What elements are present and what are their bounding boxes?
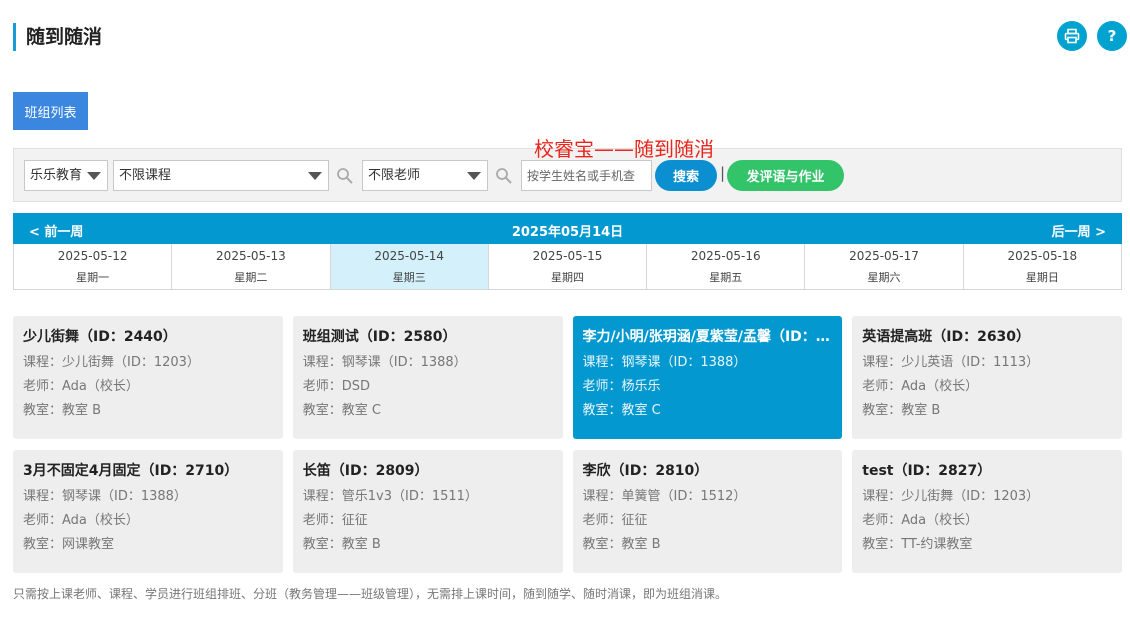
day-weekday: 星期六: [867, 271, 901, 284]
class-card-title: 3月不固定4月固定（ID：2710）: [23, 463, 239, 479]
class-card[interactable]: 长笛（ID：2809） 课程：管乐1v3（ID：1511） 老师：征征 教室：教…: [292, 450, 563, 573]
class-card-room: 教室：教室 B: [582, 537, 661, 552]
class-card-teacher: 老师：征征: [302, 513, 368, 528]
day-weekday: 星期四: [550, 271, 584, 284]
class-card-teacher: 老师：Ada（校长）: [23, 513, 139, 528]
class-card-room: 教室：教室 C: [582, 403, 661, 418]
class-card-room: 教室：网课教室: [23, 537, 115, 552]
next-week-link[interactable]: 后一周 >: [1052, 221, 1106, 240]
class-card-teacher: 老师：Ada（校长）: [23, 379, 139, 394]
class-card-course: 课程：钢琴课（ID：1388）: [302, 355, 467, 370]
class-card-room: 教室：教室 B: [302, 537, 381, 552]
class-card[interactable]: 3月不固定4月固定（ID：2710） 课程：钢琴课（ID：1388） 老师：Ad…: [13, 450, 283, 573]
help-button[interactable]: ?: [1097, 21, 1127, 51]
day-weekday: 星期三: [392, 271, 426, 284]
class-card-title: 李力/小明/张玥涵/夏紫莹/孟馨（ID：…: [582, 329, 830, 345]
class-card-title: 英语提高班（ID：2630）: [862, 329, 1031, 345]
class-card-room: 教室：教室 C: [302, 403, 381, 418]
day-cell[interactable]: 2025-05-15 星期四: [489, 244, 648, 289]
class-card-course: 课程：少儿街舞（ID：1203）: [862, 489, 1040, 504]
course-select-value: 不限课程: [119, 168, 172, 183]
class-card-title: 长笛（ID：2809）: [302, 463, 429, 479]
day-date: 2025-05-16: [690, 249, 761, 263]
day-weekday: 星期日: [1025, 271, 1059, 284]
class-card-room: 教室：教室 B: [862, 403, 941, 418]
class-card-teacher: 老师：Ada（校长）: [862, 379, 979, 394]
org-select-value: 乐乐教育: [30, 168, 83, 183]
class-card-course: 课程：少儿街舞（ID：1203）: [23, 355, 200, 370]
class-card-selected[interactable]: 李力/小明/张玥涵/夏紫莹/孟馨（ID：… 课程：钢琴课（ID：1388） 老师…: [572, 316, 843, 439]
class-card-course: 课程：单簧管（ID：1512）: [582, 489, 747, 504]
chevron-down-icon: [467, 172, 481, 180]
search-button[interactable]: 搜索: [655, 160, 717, 191]
class-card-course: 课程：少儿英语（ID：1113）: [862, 355, 1040, 370]
day-cell[interactable]: 2025-05-16 星期五: [647, 244, 806, 289]
class-card-title: 班组测试（ID：2580）: [302, 329, 457, 345]
day-cell[interactable]: 2025-05-17 星期六: [805, 244, 964, 289]
day-weekday: 星期一: [76, 271, 110, 284]
class-card[interactable]: 英语提高班（ID：2630） 课程：少儿英语（ID：1113） 老师：Ada（校…: [852, 316, 1122, 439]
day-date: 2025-05-12: [57, 249, 128, 263]
class-card[interactable]: 班组测试（ID：2580） 课程：钢琴课（ID：1388） 老师：DSD 教室：…: [292, 316, 563, 439]
class-card-room: 教室：TT-约课教室: [862, 537, 973, 552]
student-search-input[interactable]: [521, 160, 652, 191]
print-button[interactable]: [1057, 21, 1087, 51]
teacher-select-value: 不限老师: [368, 168, 421, 183]
annotation-text: 校睿宝——随到随消: [534, 137, 714, 161]
divider: |: [720, 164, 726, 182]
day-cell[interactable]: 2025-05-18 星期日: [964, 244, 1121, 289]
day-date: 2025-05-14: [374, 249, 445, 263]
class-card-title: 少儿街舞（ID：2440）: [23, 329, 177, 345]
class-card-course: 课程：钢琴课（ID：1388）: [582, 355, 747, 370]
teacher-select[interactable]: 不限老师: [362, 160, 488, 191]
week-navigator: < 前一周 2025年05月14日 后一周 >: [13, 213, 1122, 244]
class-card[interactable]: test（ID：2827） 课程：少儿街舞（ID：1203） 老师：Ada（校长…: [852, 450, 1122, 573]
class-card[interactable]: 李欣（ID：2810） 课程：单簧管（ID：1512） 老师：征征 教室：教室 …: [572, 450, 843, 573]
day-weekday: 星期二: [234, 271, 268, 284]
class-card-room: 教室：教室 B: [23, 403, 102, 418]
org-select[interactable]: 乐乐教育: [24, 160, 108, 191]
chevron-down-icon: [308, 172, 322, 180]
day-date: 2025-05-17: [849, 249, 919, 263]
tab-class-list[interactable]: 班组列表: [13, 92, 88, 130]
class-card-course: 课程：管乐1v3（ID：1511）: [302, 489, 478, 504]
day-cell-selected[interactable]: 2025-05-14 星期三: [330, 244, 489, 289]
page-title: 随到随消: [13, 23, 102, 51]
comment-homework-button[interactable]: 发评语与作业: [727, 160, 844, 191]
teacher-search-icon[interactable]: [495, 167, 513, 185]
class-card-teacher: 老师：DSD: [302, 379, 371, 394]
day-weekday: 星期五: [709, 271, 743, 284]
day-date: 2025-05-15: [532, 249, 603, 263]
day-cell[interactable]: 2025-05-12 星期一: [14, 244, 173, 289]
footnote: 只需按上课老师、课程、学员进行班组排班、分班（教务管理——班级管理），无需排上课…: [13, 587, 728, 601]
chevron-down-icon: [87, 172, 101, 180]
help-icon: ?: [1107, 27, 1117, 45]
class-card-teacher: 老师：杨乐乐: [582, 379, 661, 394]
day-cell[interactable]: 2025-05-13 星期二: [172, 244, 331, 289]
printer-icon: [1064, 28, 1080, 44]
class-card-teacher: 老师：Ada（校长）: [862, 513, 979, 528]
current-date: 2025年05月14日: [511, 225, 624, 240]
class-card[interactable]: 少儿街舞（ID：2440） 课程：少儿街舞（ID：1203） 老师：Ada（校长…: [13, 316, 283, 439]
class-card-teacher: 老师：征征: [582, 513, 648, 528]
day-date: 2025-05-13: [216, 249, 286, 263]
class-card-title: 李欣（ID：2810）: [582, 463, 709, 479]
class-card-course: 课程：钢琴课（ID：1388）: [23, 489, 187, 504]
day-date: 2025-05-18: [1007, 249, 1078, 263]
course-select[interactable]: 不限课程: [113, 160, 329, 191]
week-days: 2025-05-12 星期一 2025-05-13 星期二 2025-05-14 星期…: [13, 244, 1122, 290]
class-card-title: test（ID：2827）: [862, 463, 992, 479]
class-card-grid: 少儿街舞（ID：2440） 课程：少儿街舞（ID：1203） 老师：Ada（校长…: [13, 316, 1122, 573]
course-search-icon[interactable]: [336, 167, 354, 185]
